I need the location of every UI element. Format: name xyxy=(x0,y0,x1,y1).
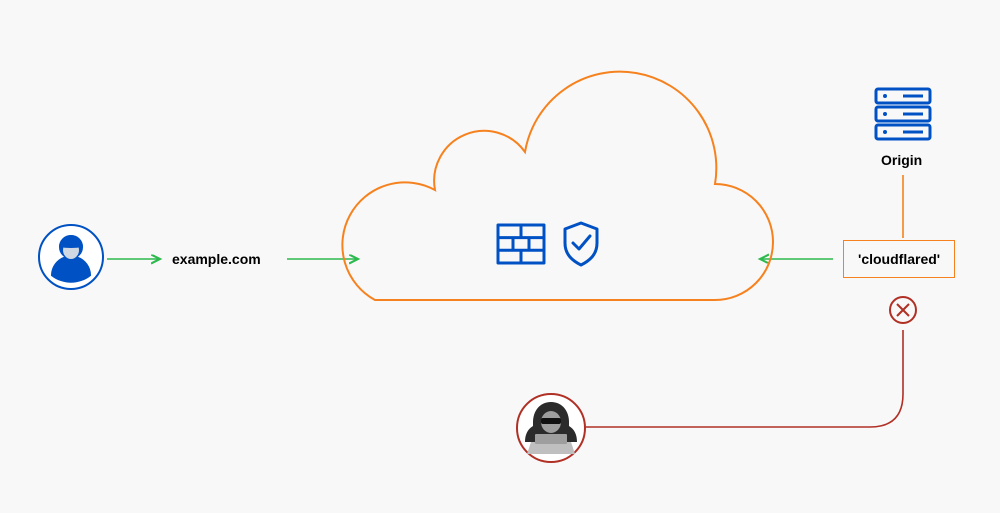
shield-check-icon xyxy=(565,223,597,265)
domain-label: example.com xyxy=(172,251,261,267)
cloudflared-label: 'cloudflared' xyxy=(858,251,940,267)
line-attacker-blocked xyxy=(585,330,903,427)
firewall-icon xyxy=(498,225,544,263)
user-icon xyxy=(37,223,105,296)
cloud-outline xyxy=(342,72,773,300)
attacker-icon xyxy=(515,392,587,469)
origin-label: Origin xyxy=(881,152,922,168)
cloudflared-box: 'cloudflared' xyxy=(843,240,955,278)
server-icon xyxy=(873,86,933,147)
block-icon xyxy=(890,297,916,323)
